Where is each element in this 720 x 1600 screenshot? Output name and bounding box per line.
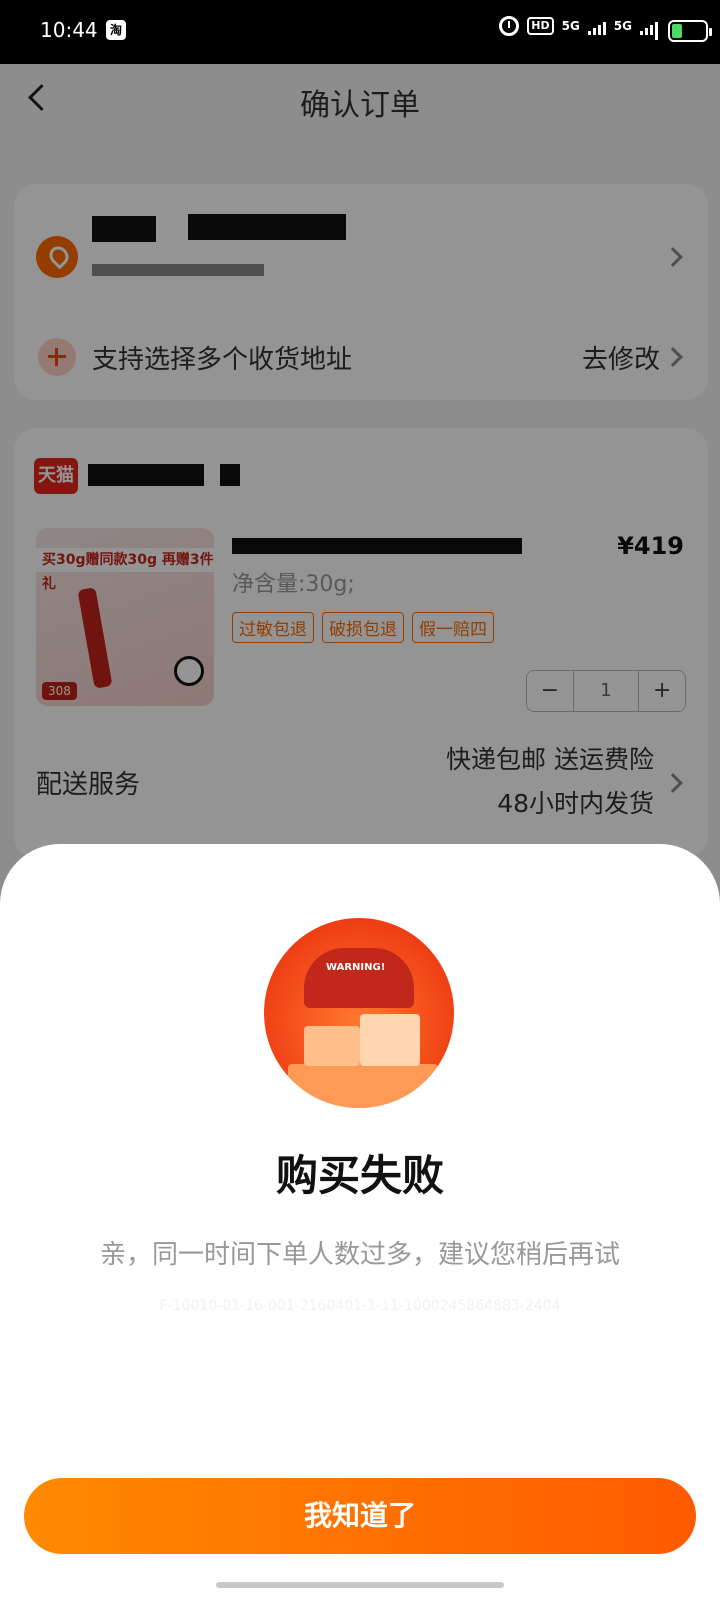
taobao-notification-icon: 淘 [106, 20, 126, 40]
status-bar: 10:44 淘 HD 5G 5G [0, 0, 720, 64]
signal-icon-1 [587, 17, 606, 35]
alarm-icon [499, 16, 520, 36]
confirm-button[interactable]: 我知道了 [24, 1478, 696, 1554]
illustration-box [288, 1064, 438, 1108]
illustration-box [360, 1014, 420, 1066]
battery-icon [668, 20, 712, 42]
status-time: 10:44 [40, 18, 98, 42]
home-indicator[interactable] [216, 1582, 504, 1588]
status-icons: HD 5G 5G [499, 16, 658, 36]
warning-illustration: WARNING! [264, 918, 454, 1108]
trace-id: F-10010-01-16-001-2160401-1-11-100024586… [159, 1298, 561, 1314]
dialog-title: 购买失败 [275, 1151, 444, 1200]
dialog-message: 亲，同一时间下单人数过多，建议您稍后再试 [99, 1240, 620, 1270]
illustration-bag [304, 948, 414, 1008]
charging-icon [655, 22, 658, 40]
network-label-2: 5G [613, 19, 632, 33]
hd-badge: HD [527, 17, 554, 35]
illustration-warning-text: WARNING! [326, 962, 386, 973]
illustration-box [304, 1026, 360, 1066]
network-label-1: 5G [561, 19, 580, 33]
